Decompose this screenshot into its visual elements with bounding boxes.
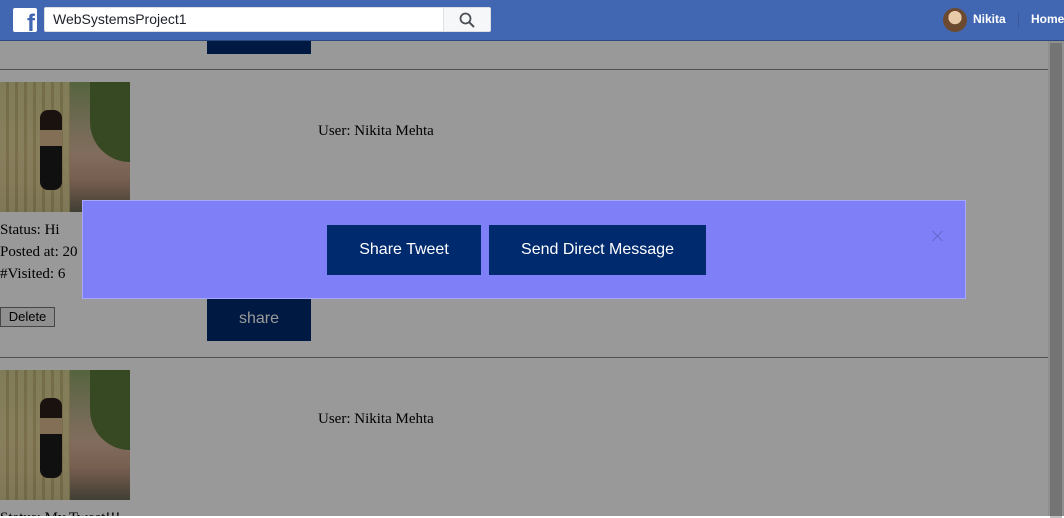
nav-divider xyxy=(1018,12,1019,28)
avatar[interactable] xyxy=(943,8,967,32)
share-tweet-button[interactable]: Share Tweet xyxy=(327,225,481,275)
top-navigation-bar: f WebSystemsProject1 Nikita Home xyxy=(0,0,1064,41)
home-link[interactable]: Home xyxy=(1031,12,1064,26)
search-box[interactable]: WebSystemsProject1 xyxy=(44,7,491,32)
share-modal: Share Tweet Send Direct Message xyxy=(82,200,966,299)
search-icon xyxy=(459,12,475,28)
search-button[interactable] xyxy=(443,8,490,31)
send-direct-message-button[interactable]: Send Direct Message xyxy=(489,225,706,275)
facebook-logo-icon[interactable]: f xyxy=(13,8,37,32)
close-icon[interactable] xyxy=(932,230,944,242)
profile-link[interactable]: Nikita xyxy=(973,12,1006,26)
search-input[interactable]: WebSystemsProject1 xyxy=(53,11,187,27)
